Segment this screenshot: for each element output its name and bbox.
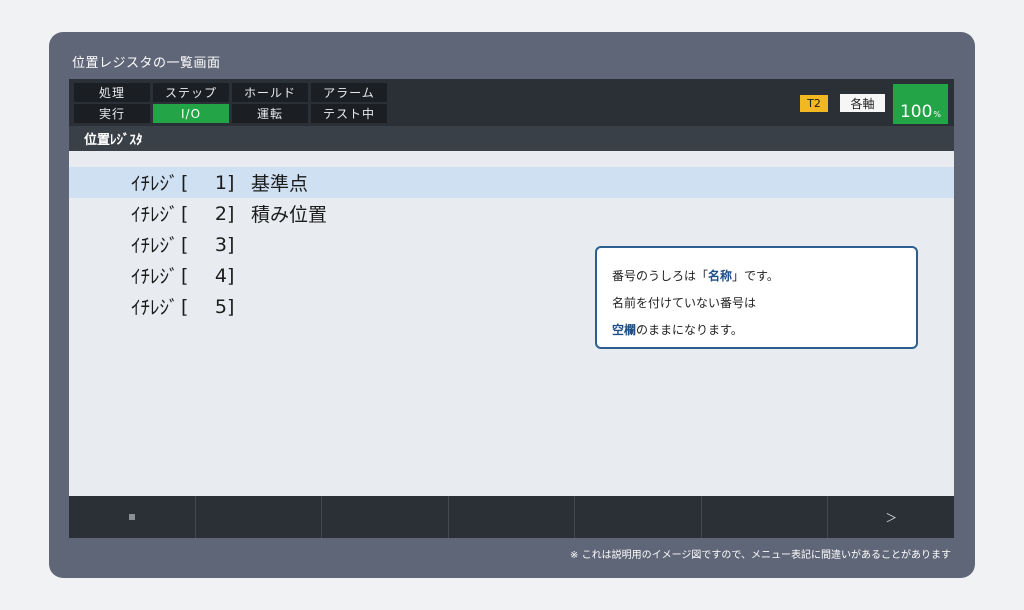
bracket-open: [ — [181, 171, 189, 194]
teach-pendant-screen: 処理 ステップ ホールド アラーム 実行 I/O 運転 テスト中 T2 各軸 1… — [69, 79, 954, 538]
register-number: 2 — [214, 202, 227, 225]
tool-badge: T2 — [800, 95, 828, 112]
register-prefix: ｲﾁﾚｼﾞ — [131, 173, 179, 195]
callout-line-2: 名前を付けていない番号は — [612, 296, 757, 310]
window-title: 位置レジスタの一覧画面 — [72, 56, 221, 71]
stop-icon — [128, 514, 135, 520]
tab-run[interactable]: 実行 — [74, 104, 150, 123]
callout-line-3: 空欄のままになります。 — [612, 317, 916, 344]
coordinate-badge[interactable]: 各軸 — [840, 94, 885, 112]
bracket-open: [ — [181, 233, 189, 256]
register-number: 3 — [214, 233, 227, 256]
screen-title: 位置ﾚｼﾞｽﾀ — [69, 126, 954, 151]
function-key-5[interactable] — [575, 496, 702, 538]
speed-unit: % — [933, 110, 942, 119]
register-name: 積み位置 — [251, 204, 328, 226]
tab-step[interactable]: ステップ — [153, 83, 229, 102]
register-number: 1 — [214, 171, 227, 194]
speed-override-badge[interactable]: 100% — [893, 84, 948, 124]
register-prefix: ｲﾁﾚｼﾞ — [131, 266, 179, 288]
function-key-2[interactable] — [196, 496, 323, 538]
bracket-close: ] — [227, 202, 235, 225]
register-prefix: ｲﾁﾚｼﾞ — [131, 235, 179, 257]
bracket-close: ] — [227, 233, 235, 256]
bracket-close: ] — [227, 264, 235, 287]
register-prefix: ｲﾁﾚｼﾞ — [131, 204, 179, 226]
status-bar: 処理 ステップ ホールド アラーム 実行 I/O 運転 テスト中 T2 各軸 1… — [69, 79, 954, 126]
function-key-3[interactable] — [322, 496, 449, 538]
register-prefix: ｲﾁﾚｼﾞ — [131, 297, 179, 319]
status-tabs: 処理 ステップ ホールド アラーム 実行 I/O 運転 テスト中 — [74, 83, 387, 123]
bracket-close: ] — [227, 171, 235, 194]
speed-value: 100 — [899, 102, 933, 122]
callout-highlight: 名称 — [708, 269, 733, 283]
explanation-callout: 番号のうしろは「名称」です。 名前を付けていない番号は 空欄のままになります。 — [595, 246, 918, 349]
bracket-close: ] — [227, 295, 235, 318]
tab-process[interactable]: 処理 — [74, 83, 150, 102]
device-frame: 位置レジスタの一覧画面 処理 ステップ ホールド アラーム 実行 I/O 運転 … — [49, 32, 975, 578]
callout-text: 番号のうしろは「 — [612, 269, 709, 283]
bracket-open: [ — [181, 264, 189, 287]
register-name: 基準点 — [251, 173, 309, 195]
bracket-open: [ — [181, 202, 189, 225]
function-key-1[interactable] — [69, 496, 196, 538]
callout-text: 」です。 — [732, 269, 779, 283]
tab-alarm[interactable]: アラーム — [311, 83, 387, 102]
function-key-bar: ＞ — [69, 496, 954, 538]
chevron-right-icon: ＞ — [885, 510, 898, 525]
tab-testing[interactable]: テスト中 — [311, 104, 387, 123]
register-number: 5 — [214, 295, 227, 318]
callout-highlight: 空欄 — [612, 323, 637, 337]
tab-hold[interactable]: ホールド — [232, 83, 308, 102]
function-key-next[interactable]: ＞ — [828, 496, 954, 538]
register-row-2[interactable]: ｲﾁﾚｼﾞ [ 2 ] 積み位置 — [69, 198, 954, 229]
callout-line-1: 番号のうしろは「名称」です。 — [612, 263, 916, 290]
tab-io[interactable]: I/O — [153, 104, 229, 123]
callout-text: のままになります。 — [636, 323, 743, 337]
disclaimer-note: ※ これは説明用のイメージ図ですので、メニュー表記に間違いがあることがあります — [570, 550, 951, 561]
register-number: 4 — [214, 264, 227, 287]
register-row-1[interactable]: ｲﾁﾚｼﾞ [ 1 ] 基準点 — [69, 167, 954, 198]
bracket-open: [ — [181, 295, 189, 318]
function-key-6[interactable] — [702, 496, 829, 538]
function-key-4[interactable] — [449, 496, 576, 538]
tab-operation[interactable]: 運転 — [232, 104, 308, 123]
